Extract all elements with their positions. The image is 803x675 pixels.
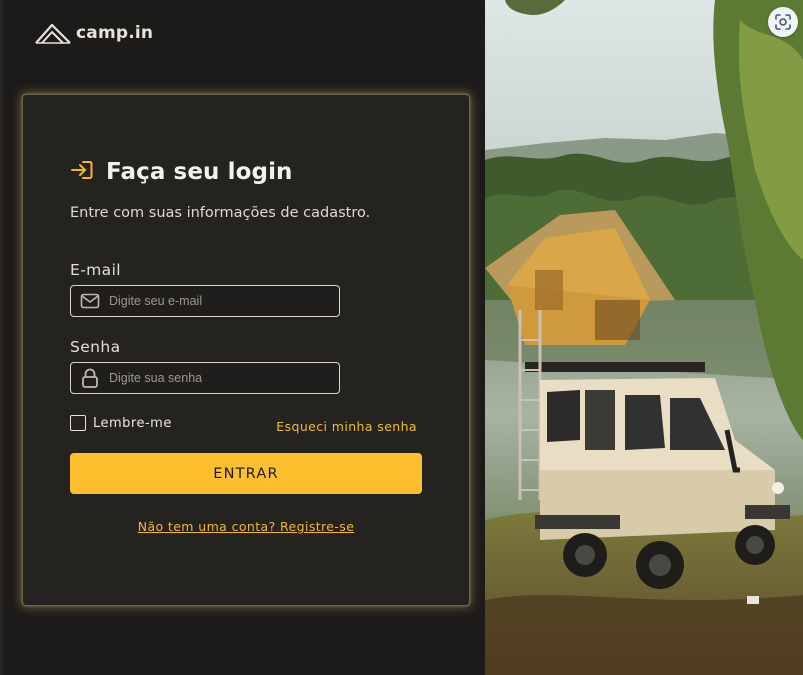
login-card: Faça seu login Entre com suas informaçõe… (22, 94, 470, 606)
remember-label: Lembre-me (93, 415, 172, 431)
email-input[interactable] (109, 294, 329, 308)
submit-button[interactable]: ENTRAR (70, 453, 422, 494)
signup-link[interactable]: Não tem uma conta? Registre-se (23, 519, 469, 534)
remember-me[interactable]: Lembre-me (70, 415, 172, 431)
password-input[interactable] (109, 371, 329, 385)
login-arrow-icon (70, 159, 94, 185)
hero-image (485, 0, 803, 675)
brand-name: camp.in (76, 23, 154, 43)
login-heading: Faça seu login (70, 159, 293, 185)
mail-icon (71, 293, 109, 309)
login-subtitle: Entre com suas informações de cadastro. (70, 205, 371, 221)
email-label: E-mail (70, 261, 121, 279)
brand[interactable]: camp.in (35, 22, 153, 44)
login-page: camp.in Faça seu login Entre com suas in… (0, 0, 803, 675)
panel-edge (0, 0, 3, 675)
visual-search-icon (774, 13, 792, 31)
password-field[interactable] (70, 362, 340, 394)
visual-search-button[interactable] (768, 7, 798, 37)
lock-icon (71, 368, 109, 388)
tent-logo-icon (35, 22, 71, 44)
forgot-password-link[interactable]: Esqueci minha senha (276, 419, 417, 434)
remember-checkbox[interactable] (70, 415, 86, 431)
email-field[interactable] (70, 285, 340, 317)
camping-photo (485, 0, 803, 675)
page-title: Faça seu login (106, 159, 293, 185)
login-panel: camp.in Faça seu login Entre com suas in… (0, 0, 485, 675)
password-label: Senha (70, 338, 121, 356)
